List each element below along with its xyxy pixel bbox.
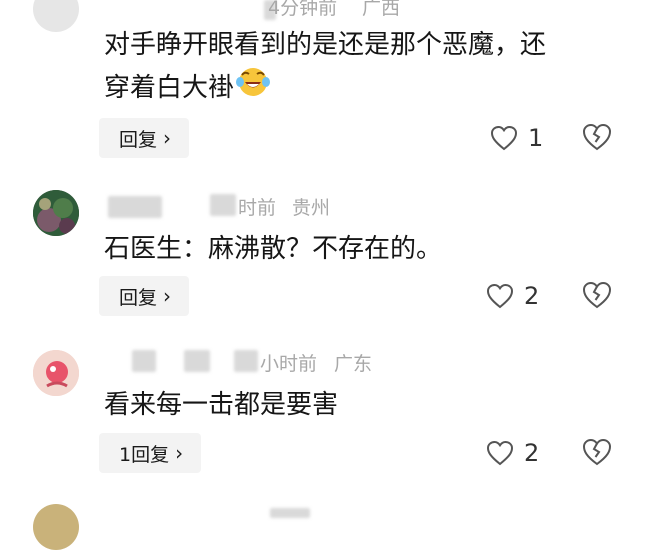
like-button[interactable]: 2 <box>486 439 539 467</box>
like-count: 2 <box>524 439 540 467</box>
chevron-right-icon: › <box>163 284 172 308</box>
chevron-right-icon: › <box>175 441 184 465</box>
comment-text-line: 看来每一击都是要害 <box>104 390 339 420</box>
avatar[interactable] <box>33 504 79 550</box>
laughing-tears-emoji-icon <box>236 66 271 111</box>
comment-time: 4分钟前 <box>268 0 338 19</box>
broken-heart-icon <box>582 438 612 466</box>
comment-content: 石医生：麻沸散？不存在的。 <box>104 228 442 270</box>
comment-time: 时前 <box>238 197 277 219</box>
chevron-right-icon: › <box>163 126 172 150</box>
reply-label: 回复 <box>119 286 158 309</box>
comment-content: 看来每一击都是要害 <box>104 384 338 426</box>
comment-text: 穿着白大褂 <box>104 73 235 103</box>
heart-outline-icon <box>486 440 514 466</box>
blurred-username <box>270 508 310 518</box>
broken-heart-icon <box>582 123 612 151</box>
comment-text-line: 对手睁开眼看到的是还是那个恶魔，还 <box>104 30 547 60</box>
heart-outline-icon <box>490 125 518 151</box>
comment-time: 小时前 <box>260 353 318 375</box>
avatar[interactable] <box>33 0 79 32</box>
comment-location: 广东 <box>334 353 373 375</box>
dislike-button[interactable] <box>582 281 614 313</box>
blurred-username <box>210 194 236 216</box>
like-button[interactable]: 1 <box>490 124 543 152</box>
comment-location: 贵州 <box>292 197 331 219</box>
blurred-username <box>132 350 156 372</box>
reply-label: 回复 <box>119 128 158 151</box>
reply-button[interactable]: 回复 › <box>99 118 190 158</box>
comment-content: 对手睁开眼看到的是还是那个恶魔，还 穿着白大褂 <box>104 24 546 111</box>
like-count: 2 <box>524 282 540 310</box>
heart-outline-icon <box>486 283 514 309</box>
reply-button[interactable]: 1回复 › <box>99 433 202 473</box>
avatar[interactable] <box>33 190 79 236</box>
reply-label: 1回复 <box>119 443 170 466</box>
like-button[interactable]: 2 <box>486 282 539 310</box>
blurred-username <box>184 350 210 372</box>
dislike-button[interactable] <box>582 438 614 470</box>
comment-location: 广西 <box>362 0 401 19</box>
avatar[interactable] <box>33 350 79 396</box>
like-count: 1 <box>528 124 544 152</box>
broken-heart-icon <box>582 281 612 309</box>
comment-text-line: 石医生：麻沸散？不存在的。 <box>104 234 443 264</box>
dislike-button[interactable] <box>582 123 614 155</box>
comment-text-line: 穿着白大褂 <box>104 66 546 111</box>
reply-button[interactable]: 回复 › <box>99 276 190 316</box>
blurred-username <box>108 196 162 218</box>
blurred-username <box>234 350 258 372</box>
